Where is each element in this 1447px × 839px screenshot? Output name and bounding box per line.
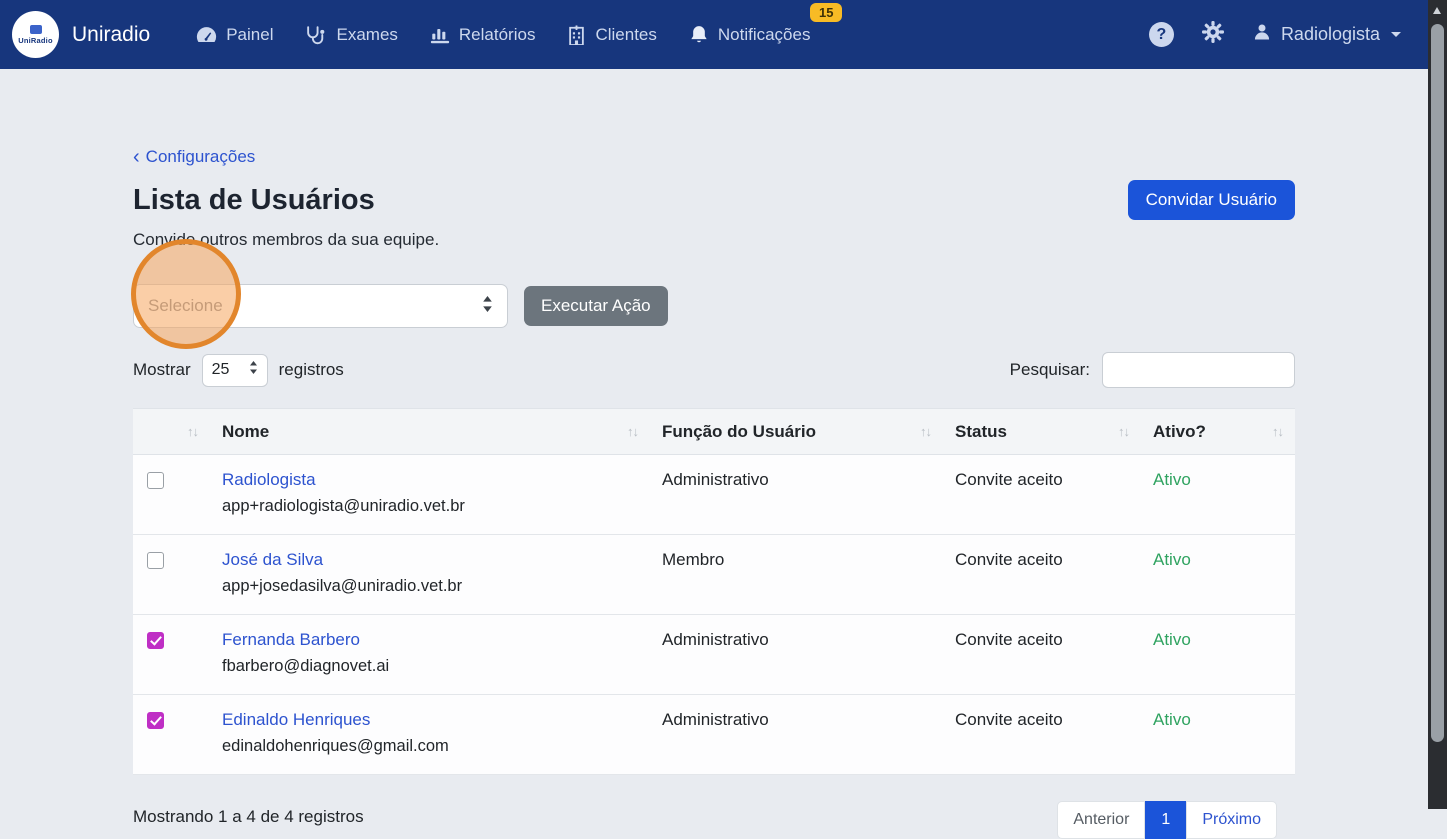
top-navbar: UniRadio Uniradio Painel Exames Relatóri… (0, 0, 1447, 69)
user-menu[interactable]: Radiologista (1252, 22, 1401, 47)
user-name: Radiologista (1281, 24, 1380, 45)
nav-item-painel[interactable]: Painel (180, 17, 289, 53)
navbar-right: ? Radiologista (1149, 20, 1401, 49)
user-role: Administrativo (650, 695, 943, 774)
user-status: Convite aceito (943, 535, 1141, 614)
user-name-link[interactable]: Edinaldo Henriques (222, 710, 370, 730)
nav-item-exames[interactable]: Exames (289, 17, 413, 53)
sort-icon: ↑↓ (920, 424, 931, 439)
user-role: Membro (650, 535, 943, 614)
chart-bar-icon (430, 25, 450, 44)
user-status: Convite aceito (943, 615, 1141, 694)
bulk-action-select[interactable]: Selecione (133, 284, 508, 328)
breadcrumb-configuracoes[interactable]: ‹ Configurações (133, 147, 255, 167)
sort-icon: ↑↓ (1118, 424, 1129, 439)
row-checkbox[interactable] (147, 472, 164, 489)
stethoscope-icon (305, 25, 327, 45)
user-status: Convite aceito (943, 695, 1141, 774)
uniradio-logo-icon: UniRadio (12, 11, 59, 58)
user-name-link[interactable]: José da Silva (222, 550, 323, 570)
sort-icon: ↑↓ (1272, 424, 1283, 439)
row-checkbox[interactable] (147, 632, 164, 649)
bell-icon (689, 24, 709, 45)
user-active-link[interactable]: Ativo (1153, 550, 1191, 569)
table-row: Fernanda Barbero fbarbero@diagnovet.ai A… (133, 615, 1295, 695)
header-nome[interactable]: Nome ↑↓ (210, 409, 650, 454)
select-arrows-icon (482, 296, 493, 317)
gauge-icon (196, 26, 217, 44)
sort-icon: ↑↓ (187, 424, 198, 439)
scrollbar (1428, 0, 1447, 809)
select-arrows-icon (249, 361, 258, 379)
header-ativo[interactable]: Ativo? ↑↓ (1141, 409, 1295, 454)
brand-name: Uniradio (72, 23, 150, 47)
header-status[interactable]: Status ↑↓ (943, 409, 1141, 454)
table-body: Radiologista app+radiologista@uniradio.v… (133, 455, 1295, 775)
user-email: edinaldohenriques@gmail.com (222, 737, 638, 756)
help-icon[interactable]: ? (1149, 22, 1174, 47)
table-row: José da Silva app+josedasilva@uniradio.v… (133, 535, 1295, 615)
brand-logo[interactable]: UniRadio Uniradio (12, 11, 150, 58)
records-info: Mostrando 1 a 4 de 4 registros (133, 801, 364, 827)
user-active-link[interactable]: Ativo (1153, 710, 1191, 729)
page-subtitle: Convide outros membros da sua equipe. (133, 230, 1295, 250)
user-email: app+radiologista@uniradio.vet.br (222, 497, 638, 516)
page-size-select[interactable]: 25 (202, 354, 268, 387)
header-select-column[interactable]: ↑↓ (133, 409, 210, 454)
user-role: Administrativo (650, 455, 943, 534)
scrollbar-thumb[interactable] (1431, 24, 1444, 742)
user-role: Administrativo (650, 615, 943, 694)
notifications-badge: 15 (810, 3, 842, 22)
users-table: ↑↓ Nome ↑↓ Função do Usuário ↑↓ Status ↑… (133, 408, 1295, 775)
user-icon (1252, 22, 1272, 47)
nav-item-relatorios[interactable]: Relatórios (414, 17, 552, 53)
main-nav: Painel Exames Relatórios Clientes Notifi… (180, 16, 826, 53)
show-label: Mostrar (133, 360, 191, 380)
user-active-link[interactable]: Ativo (1153, 470, 1191, 489)
records-label: registros (279, 360, 344, 380)
search-label: Pesquisar: (1010, 360, 1090, 380)
pagination-next[interactable]: Próximo (1186, 801, 1277, 839)
row-checkbox[interactable] (147, 552, 164, 569)
page-title: Lista de Usuários (133, 184, 375, 217)
user-email: fbarbero@diagnovet.ai (222, 657, 638, 676)
hospital-icon (567, 25, 586, 45)
user-active-link[interactable]: Ativo (1153, 630, 1191, 649)
header-funcao[interactable]: Função do Usuário ↑↓ (650, 409, 943, 454)
nav-item-notificacoes[interactable]: Notificações 15 (673, 16, 827, 53)
user-name-link[interactable]: Fernanda Barbero (222, 630, 360, 650)
user-status: Convite aceito (943, 455, 1141, 534)
pagination: Anterior 1 Próximo (1057, 801, 1277, 839)
user-name-link[interactable]: Radiologista (222, 470, 316, 490)
invite-user-button[interactable]: Convidar Usuário (1128, 180, 1295, 220)
table-row: Edinaldo Henriques edinaldohenriques@gma… (133, 695, 1295, 775)
table-header: ↑↓ Nome ↑↓ Função do Usuário ↑↓ Status ↑… (133, 408, 1295, 455)
scroll-up-icon[interactable] (1433, 7, 1441, 14)
table-row: Radiologista app+radiologista@uniradio.v… (133, 455, 1295, 535)
row-checkbox[interactable] (147, 712, 164, 729)
gear-icon[interactable] (1201, 20, 1225, 49)
search-input[interactable] (1102, 352, 1295, 388)
main-content: ‹ Configurações Lista de Usuários Convid… (0, 69, 1447, 839)
pagination-previous[interactable]: Anterior (1057, 801, 1145, 839)
chevron-down-icon (1391, 32, 1401, 37)
user-email: app+josedasilva@uniradio.vet.br (222, 577, 638, 596)
chevron-left-icon: ‹ (133, 147, 140, 167)
nav-item-clientes[interactable]: Clientes (551, 17, 672, 53)
execute-action-button[interactable]: Executar Ação (524, 286, 668, 326)
sort-icon: ↑↓ (627, 424, 638, 439)
pagination-page-1[interactable]: 1 (1145, 801, 1186, 839)
